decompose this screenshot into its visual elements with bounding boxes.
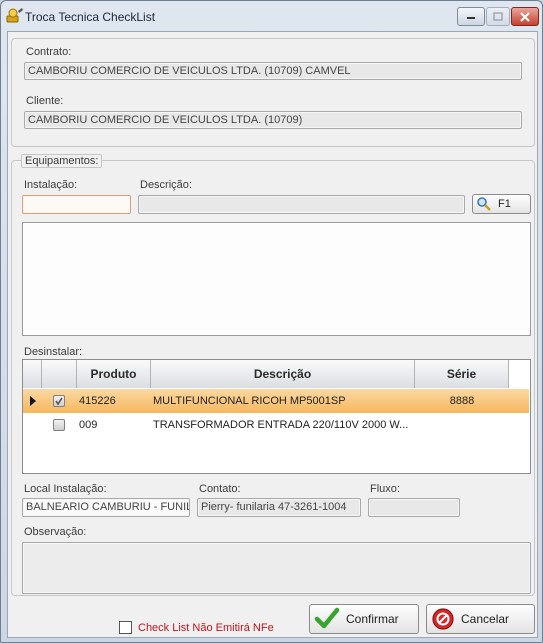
equipamentos-legend: Equipamentos: [21, 154, 103, 168]
instalacao-input[interactable] [22, 195, 131, 214]
contato-field[interactable]: Pierry- funilaria 47-3261-1004 [197, 498, 361, 517]
table-row[interactable]: 415226 MULTIFUNCIONAL RICOH MP5001SP 888… [23, 389, 529, 413]
descricao-input[interactable] [138, 195, 465, 214]
maximize-button[interactable] [486, 7, 510, 26]
minimize-icon [467, 16, 475, 19]
local-field[interactable]: BALNEARIO CAMBURIU - FUNIL [22, 498, 190, 517]
serie-cell: 8888 [449, 395, 475, 407]
search-button-label: F1 [498, 198, 511, 210]
close-button[interactable] [511, 7, 539, 26]
no-nfe-checkbox[interactable] [119, 621, 132, 634]
maximize-icon [493, 12, 503, 21]
desinstalar-grid[interactable]: Produto Descrição Série 415226 MULTIFUNC… [22, 359, 531, 474]
check-icon [55, 397, 63, 406]
cliente-label: Cliente: [26, 95, 64, 107]
desinstalar-label: Desinstalar: [24, 346, 83, 358]
confirm-button[interactable]: Confirmar [309, 604, 419, 634]
grid-header-check [42, 360, 77, 388]
cancel-button[interactable]: Cancelar [426, 604, 535, 634]
row-pointer-icon [30, 396, 36, 406]
contato-label: Contato: [199, 483, 241, 495]
local-label: Local Instalação: [24, 483, 107, 495]
row-checkbox[interactable] [53, 419, 65, 431]
contrato-field[interactable]: CAMBORIU COMERCIO DE VEICULOS LTDA. (107… [24, 62, 522, 80]
descricao-label: Descrição: [140, 179, 192, 191]
observacao-field[interactable] [22, 542, 531, 594]
grid-header-descricao[interactable]: Descrição [151, 360, 415, 388]
close-icon [520, 11, 530, 22]
minimize-button[interactable] [457, 7, 485, 26]
instalacao-label: Instalação: [24, 179, 78, 191]
cliente-field[interactable]: CAMBORIU COMERCIO DE VEICULOS LTDA. (107… [24, 111, 522, 129]
no-nfe-label[interactable]: Check List Não Emitirá NFe [138, 622, 274, 634]
descricao-cell: TRANSFORMADOR ENTRADA 220/110V 2000 W... [153, 419, 409, 431]
cancel-label: Cancelar [461, 612, 510, 626]
table-row[interactable]: 009 TRANSFORMADOR ENTRADA 220/110V 2000 … [23, 413, 529, 437]
produto-cell: 415226 [79, 395, 116, 407]
grid-header-serie[interactable]: Série [415, 360, 509, 388]
contrato-label: Contrato: [26, 46, 72, 58]
grid-header-filler [509, 360, 530, 388]
produto-cell: 009 [79, 419, 98, 431]
title-bar[interactable]: Troca Tecnica CheckList [1, 1, 542, 31]
fluxo-field[interactable] [368, 498, 460, 517]
row-checkbox[interactable] [53, 395, 65, 407]
confirm-label: Confirmar [346, 612, 399, 626]
search-button[interactable]: F1 [472, 194, 531, 214]
checkmark-icon [314, 607, 340, 629]
form-body: Contrato: CAMBORIU COMERCIO DE VEICULOS … [7, 31, 538, 638]
grid-header-produto[interactable]: Produto [77, 360, 151, 388]
window-title: Troca Tecnica CheckList [25, 10, 156, 24]
cancel-icon [432, 608, 454, 630]
fluxo-label: Fluxo: [370, 483, 400, 495]
installation-list[interactable] [22, 222, 531, 336]
search-icon [477, 197, 491, 211]
checklist-window: Troca Tecnica CheckList Contrato: CAMBOR… [0, 0, 543, 643]
descricao-cell: MULTIFUNCIONAL RICOH MP5001SP [153, 395, 346, 407]
observacao-label: Observação: [24, 526, 87, 538]
equipamentos-group: Equipamentos: Instalação: Descrição: F1 … [11, 154, 535, 596]
contract-group: Contrato: CAMBORIU COMERCIO DE VEICULOS … [11, 38, 535, 147]
app-icon [6, 8, 23, 23]
grid-header-indicator [23, 360, 42, 388]
